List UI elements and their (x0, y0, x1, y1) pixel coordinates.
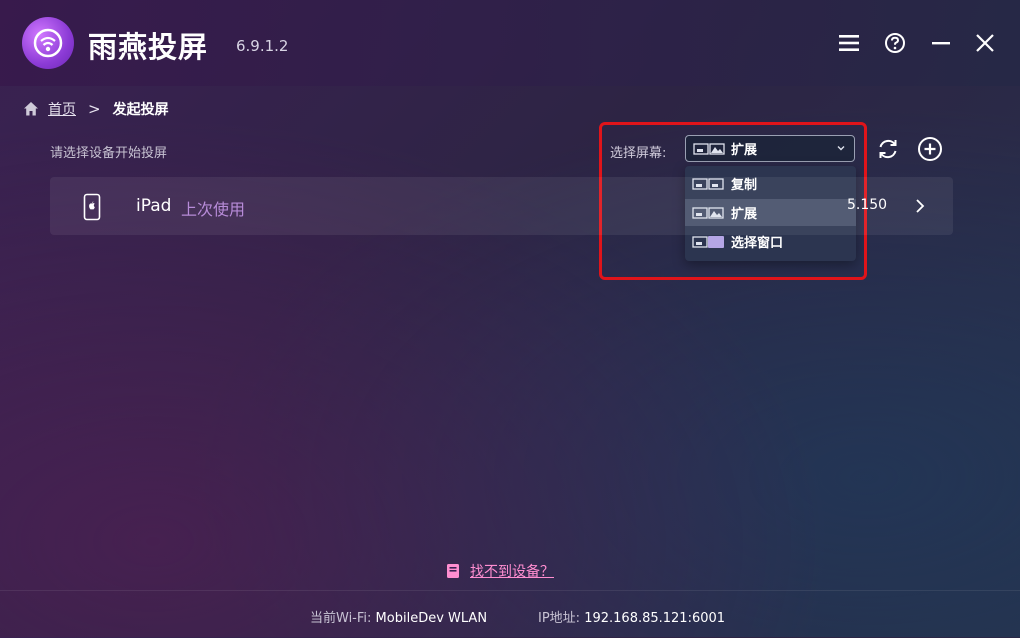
status-footer: 当前Wi-Fi: MobileDev WLAN IP地址: 192.168.85… (0, 590, 1020, 638)
app-version: 6.9.1.2 (236, 37, 289, 55)
select-device-hint: 请选择设备开始投屏 (50, 146, 168, 161)
wifi-value: MobileDev WLAN (375, 611, 488, 626)
device-row[interactable]: iPad 上次使用 5.150 (50, 177, 953, 235)
chevron-right-icon (916, 199, 925, 213)
app-logo-icon (22, 17, 74, 69)
minimize-icon[interactable] (928, 30, 954, 56)
ipad-device-icon (83, 193, 101, 221)
wifi-label: 当前Wi-Fi: (310, 611, 372, 626)
breadcrumb-home-link[interactable]: 首页 (48, 99, 76, 119)
wifi-status: 当前Wi-Fi: MobileDev WLAN (310, 607, 487, 626)
book-icon (447, 564, 459, 578)
home-icon (24, 102, 38, 116)
app-name: 雨燕投屏 (88, 30, 209, 64)
menu-icon[interactable] (836, 30, 862, 56)
ip-label: IP地址: (538, 611, 581, 626)
ip-status: IP地址: 192.168.85.121:6001 (538, 607, 725, 626)
last-used-tag: 上次使用 (181, 200, 246, 219)
breadcrumb-current: 发起投屏 (112, 102, 169, 118)
breadcrumb-separator: > (88, 100, 101, 118)
help-link-text: 找不到设备？ (470, 564, 554, 580)
device-ip: 5.150 (847, 197, 888, 213)
ip-value: 192.168.85.121:6001 (584, 611, 726, 626)
close-icon[interactable] (972, 30, 998, 56)
help-icon[interactable] (882, 30, 908, 56)
breadcrumb: 首页 > 发起投屏 (22, 98, 169, 120)
refresh-icon[interactable] (874, 135, 902, 163)
cant-find-device-link[interactable]: 找不到设备？ (446, 561, 554, 581)
title-bar: 雨燕投屏 6.9.1.2 (0, 0, 1020, 86)
add-icon[interactable] (916, 135, 944, 163)
device-name: iPad (136, 196, 172, 216)
